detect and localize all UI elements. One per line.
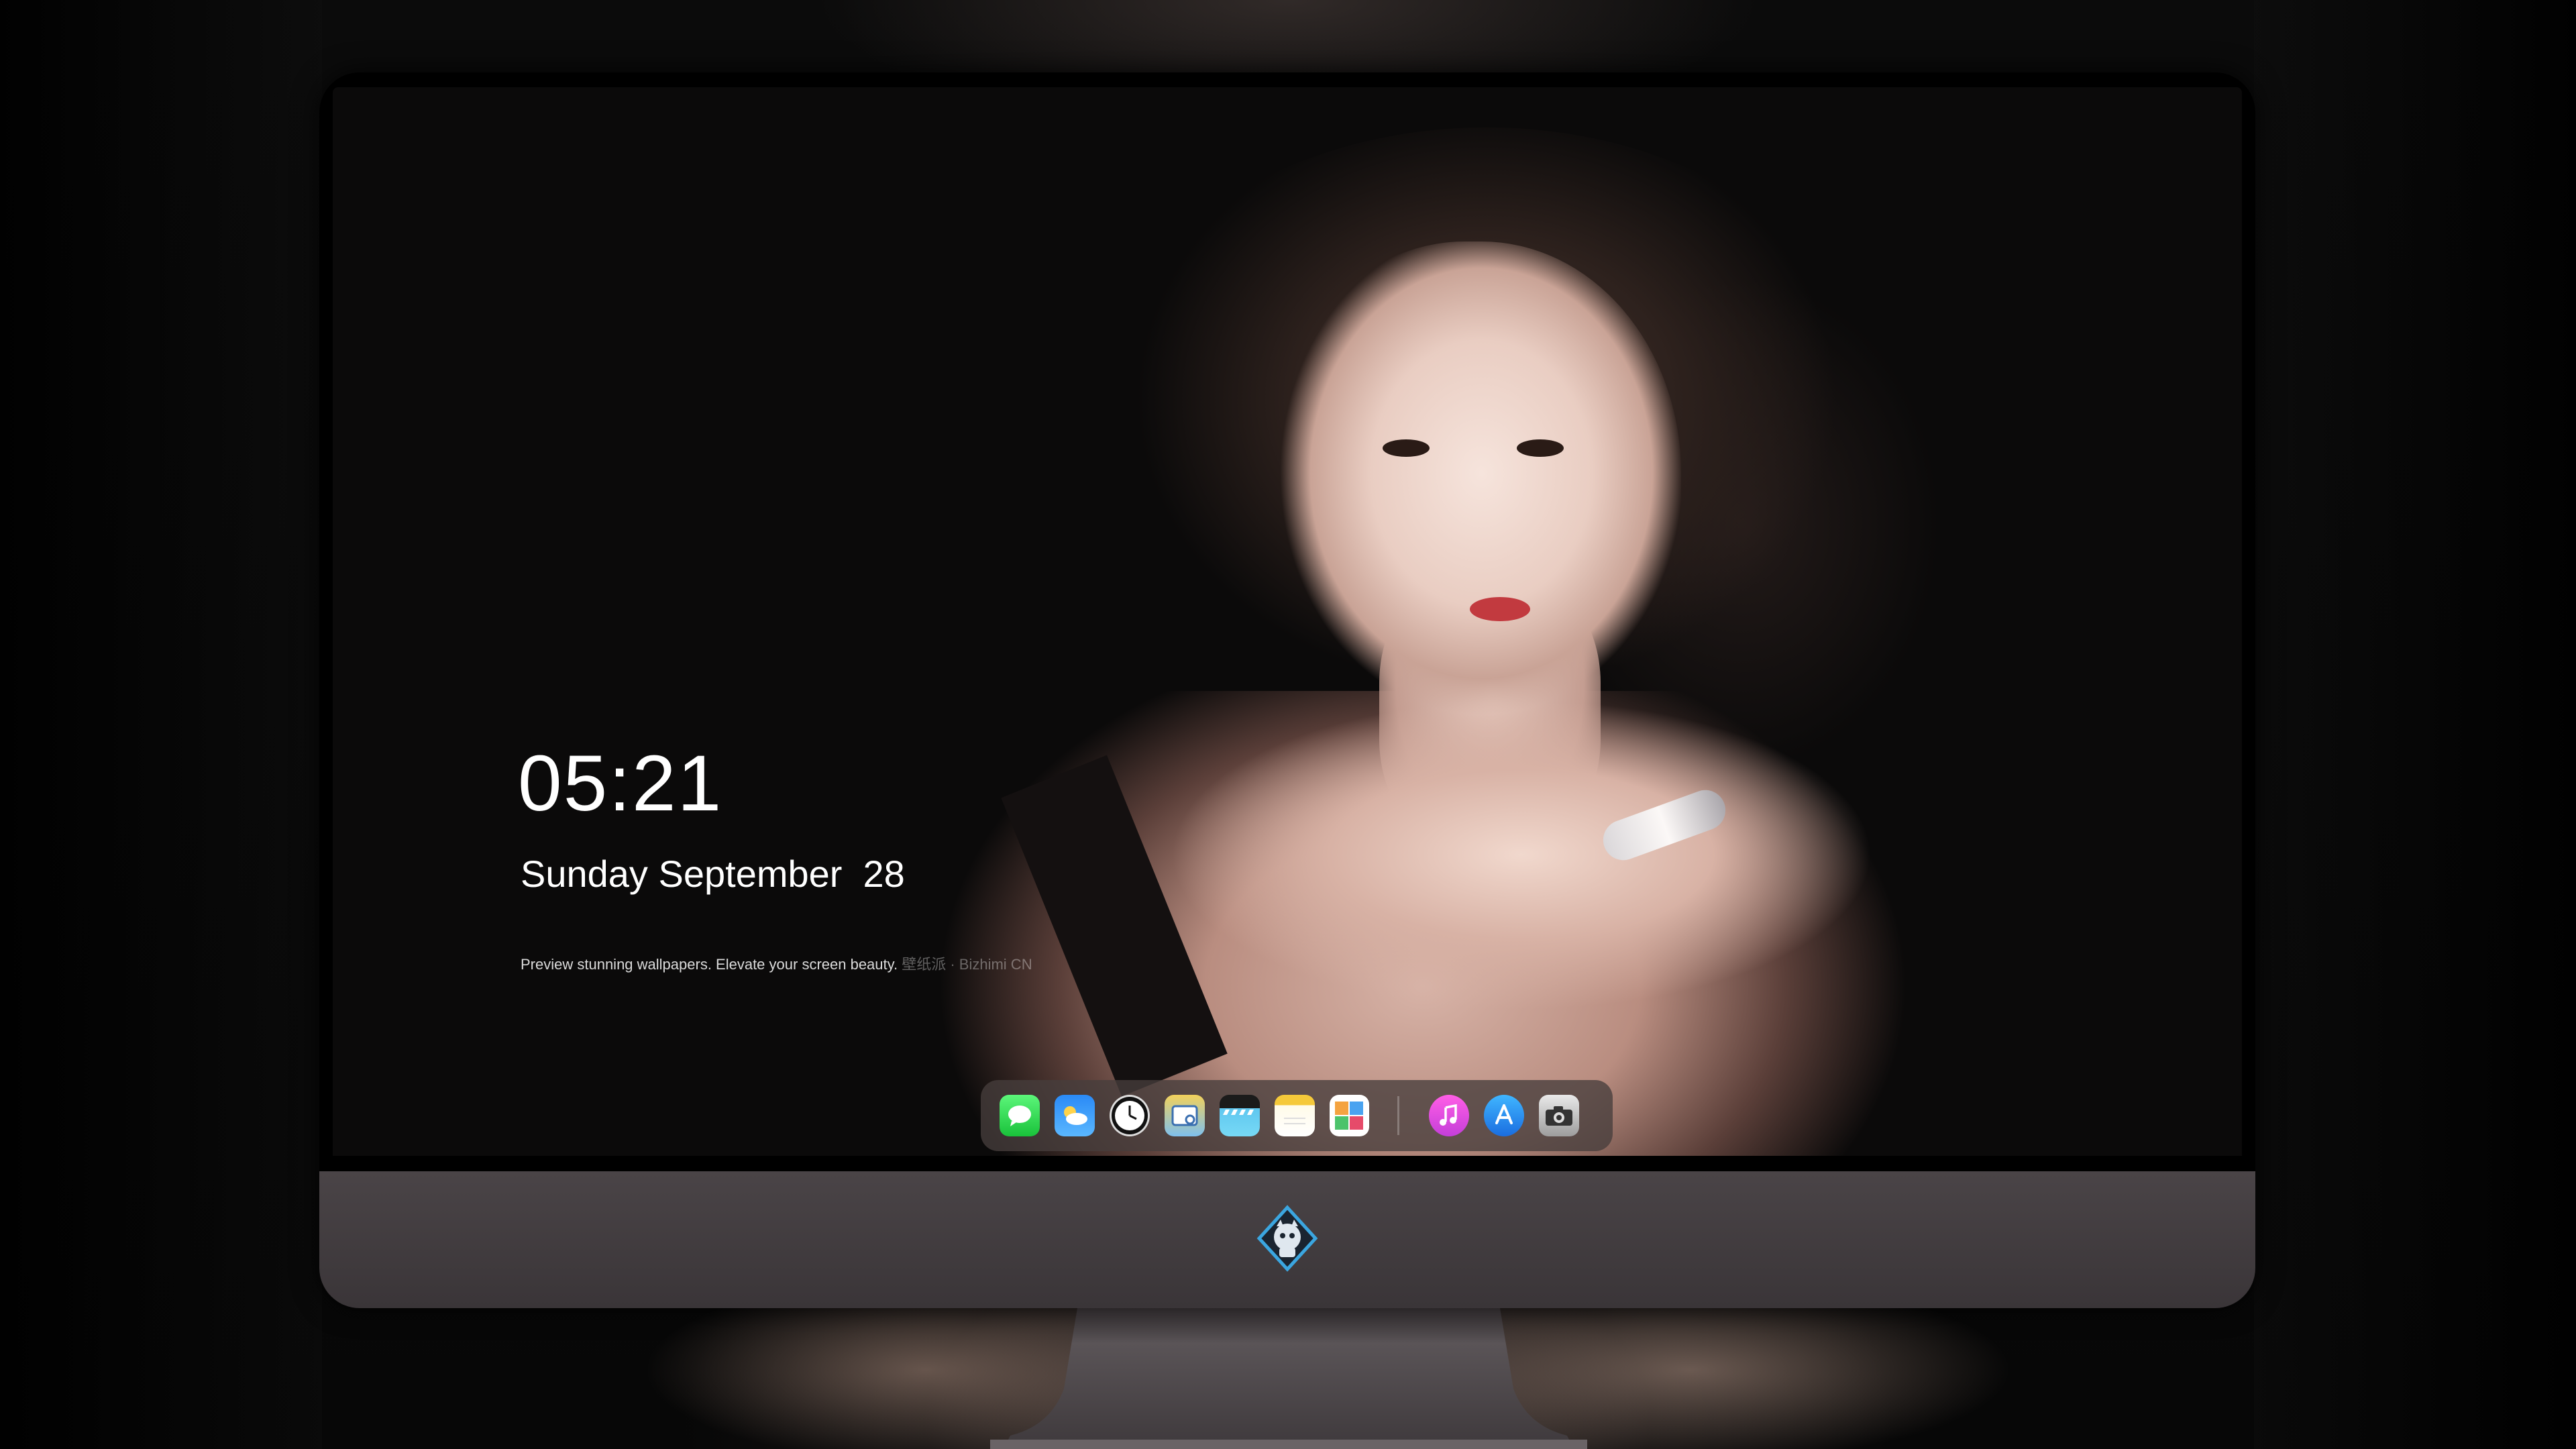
- tagline-watermark: 壁纸派 · Bizhimi CN: [902, 956, 1032, 973]
- finder-icon[interactable]: [1164, 1095, 1205, 1136]
- lock-screen: 05:21 Sunday September 28 Preview stunni…: [333, 87, 2242, 1156]
- video-icon[interactable]: [1219, 1095, 1260, 1136]
- dock-separator: [1397, 1096, 1400, 1135]
- camera-icon[interactable]: [1539, 1095, 1579, 1136]
- monitor-stand: [990, 1308, 1587, 1449]
- background-blur-right: [2254, 0, 2576, 1449]
- background-blur-left: [0, 0, 322, 1449]
- lockscreen-date: Sunday September 28: [521, 853, 905, 895]
- notes-icon[interactable]: [1274, 1095, 1315, 1136]
- monitor-chin: [319, 1171, 2255, 1308]
- wallpaper-eye-left: [1383, 439, 1430, 457]
- weather-icon[interactable]: [1054, 1095, 1095, 1136]
- background-stage: 05:21 Sunday September 28 Preview stunni…: [0, 0, 2576, 1449]
- wallpaper-lips: [1470, 597, 1530, 621]
- tagline-text: Preview stunning wallpapers. Elevate you…: [521, 956, 898, 973]
- wallpaper-arms: [1138, 704, 1876, 1080]
- photos-icon[interactable]: [1329, 1095, 1370, 1136]
- wallpaper-eye-right: [1517, 439, 1564, 457]
- dock: [981, 1080, 1613, 1151]
- lockscreen-tagline: Preview stunning wallpapers. Elevate you…: [521, 953, 1032, 974]
- messages-icon[interactable]: [1000, 1095, 1040, 1136]
- wallpaper-face: [1265, 241, 1681, 724]
- lockscreen-clock: 05:21: [518, 739, 723, 828]
- brand-logo-icon: [1256, 1205, 1318, 1272]
- monitor: 05:21 Sunday September 28 Preview stunni…: [319, 72, 2255, 1308]
- music-icon[interactable]: [1429, 1095, 1470, 1136]
- app-store-icon[interactable]: [1484, 1095, 1525, 1136]
- clock-icon[interactable]: [1109, 1095, 1150, 1136]
